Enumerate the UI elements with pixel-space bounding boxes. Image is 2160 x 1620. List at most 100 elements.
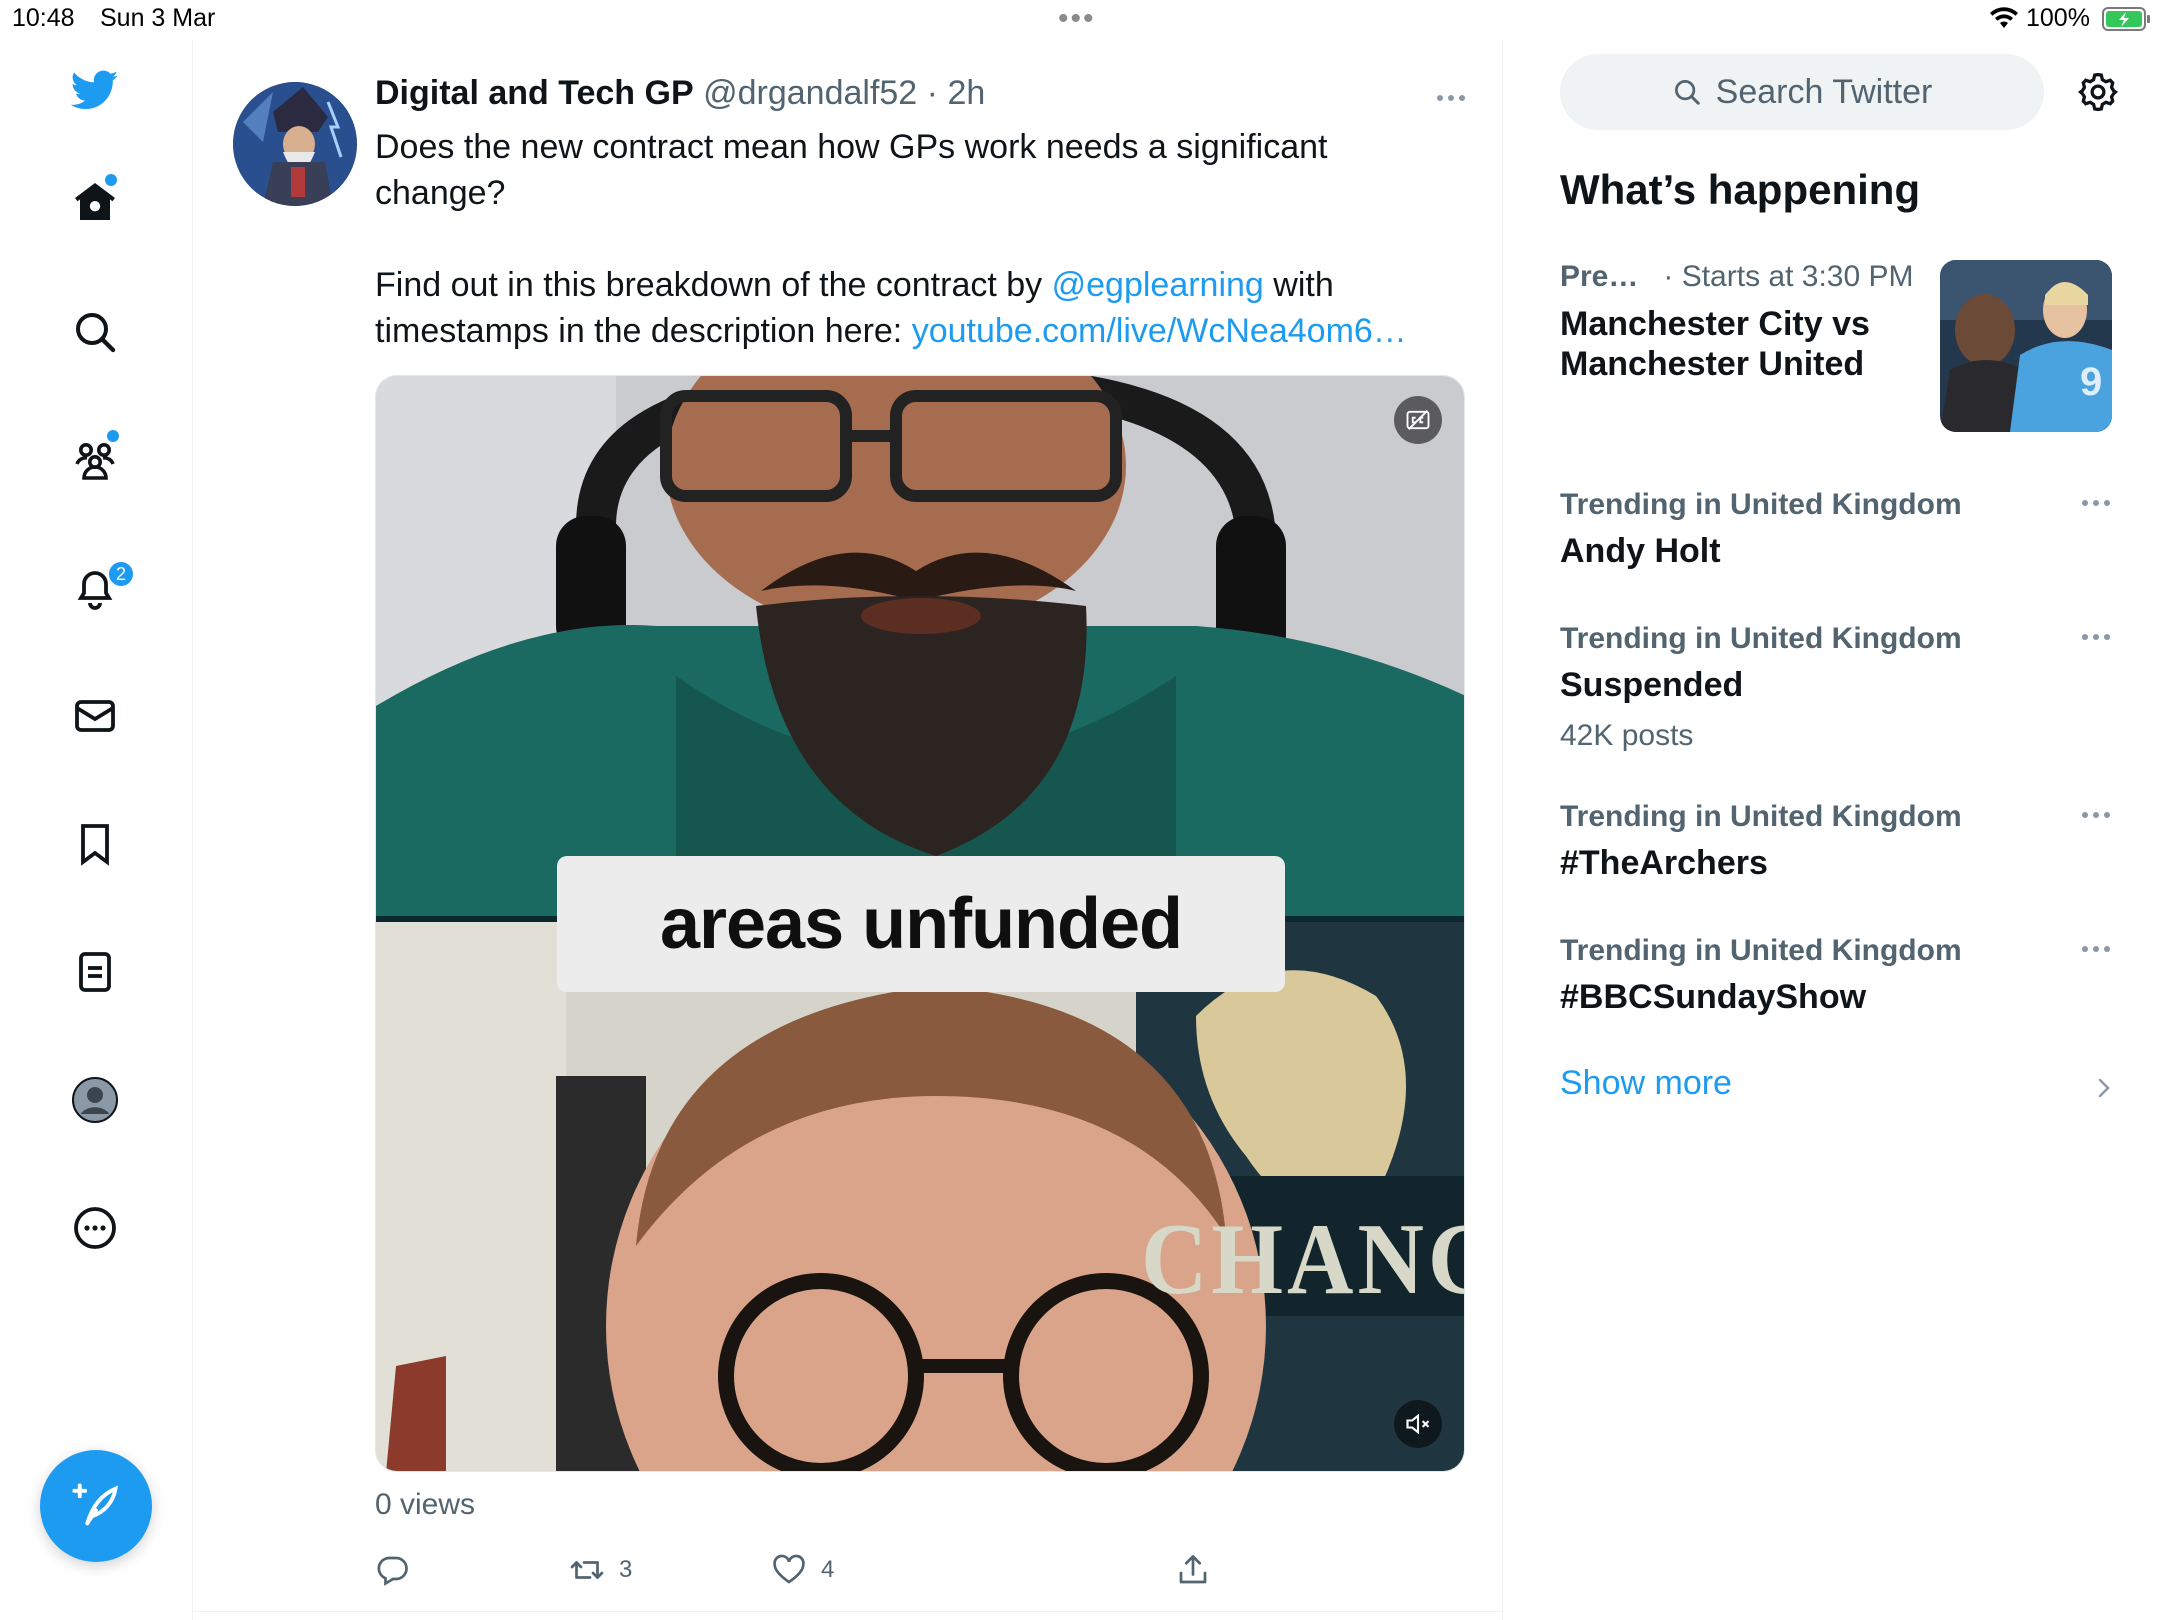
reply-button[interactable] — [375, 1540, 425, 1600]
trend-name: Suspended — [1560, 666, 1744, 704]
notifications-badge: 2 — [107, 560, 135, 588]
battery-percent: 100% — [2026, 4, 2090, 32]
whats-happening-heading: What’s happening — [1560, 166, 1921, 213]
retweet-icon — [570, 1561, 604, 1579]
tweet-header: Digital and Tech GP @drgandalf52 · 2h — [375, 74, 985, 113]
tweet-actions: 3 4 — [375, 1540, 1375, 1600]
more-horizontal-icon — [1437, 95, 1465, 101]
nav-profile[interactable] — [55, 1060, 135, 1140]
poster-text: CHANG — [1141, 1202, 1464, 1316]
trend-context: Trending in United Kingdom — [1560, 934, 1962, 967]
reply-icon — [377, 1556, 408, 1586]
trend-context: Trending in United Kingdom — [1560, 622, 1962, 655]
share-button[interactable] — [1175, 1540, 1211, 1600]
home-unread-dot — [105, 174, 117, 186]
author-avatar[interactable] — [233, 82, 357, 206]
list-icon — [79, 952, 111, 992]
more-horizontal-icon — [2082, 946, 2110, 952]
tweet-text-part: Find out in this breakdown of the contra… — [375, 266, 1052, 304]
trend-name: Andy Holt — [1560, 532, 1721, 570]
trend-context: Trending in United Kingdom — [1560, 488, 1962, 521]
trend-more-button[interactable] — [2076, 800, 2116, 830]
svg-text:9: 9 — [2080, 360, 2102, 404]
trend-more-button[interactable] — [2076, 934, 2116, 964]
retweet-button[interactable]: 3 — [569, 1540, 632, 1600]
heart-icon — [773, 1554, 805, 1584]
nav-explore[interactable] — [55, 292, 135, 372]
tweet-text-paragraph-1: Does the new contract mean how GPs work … — [375, 128, 1328, 212]
nav-messages[interactable] — [55, 676, 135, 756]
video-caption: areas unfunded — [557, 856, 1285, 992]
trend-post-count: 42K posts — [1560, 719, 1694, 752]
trend-event[interactable]: Pre… · Starts at 3:30 PM Manchester City… — [1560, 260, 2116, 440]
twitter-logo-icon[interactable] — [55, 50, 135, 130]
status-time: 10:48 — [12, 4, 75, 32]
trend-more-button[interactable] — [2076, 622, 2116, 652]
view-count: 0 views — [375, 1488, 476, 1521]
tweet[interactable]: Digital and Tech GP @drgandalf52 · 2h Do… — [193, 40, 1503, 1612]
compose-feather-icon — [72, 1483, 119, 1526]
timeline: Digital and Tech GP @drgandalf52 · 2h Do… — [193, 40, 1503, 1620]
nav-bookmarks[interactable] — [55, 804, 135, 884]
show-more-link[interactable]: Show more — [1560, 1064, 2116, 1114]
youtube-link[interactable]: youtube.com/live/WcNea4om6… — [912, 312, 1407, 350]
communities-unread-dot — [107, 430, 119, 442]
tweet-time[interactable]: 2h — [947, 74, 985, 112]
status-date: Sun 3 Mar — [100, 4, 216, 32]
more-horizontal-icon — [2082, 634, 2110, 640]
share-icon — [1179, 1555, 1207, 1584]
trend-more-button[interactable] — [2076, 488, 2116, 518]
trend-item[interactable]: Trending in United Kingdom Andy Holt — [1560, 488, 2116, 571]
nav-more[interactable] — [55, 1188, 135, 1268]
speaker-muted-icon — [1406, 1413, 1430, 1435]
captions-off-icon — [1406, 410, 1430, 430]
trend-context: Trending in United Kingdom — [1560, 800, 1962, 833]
search-icon — [1674, 80, 1700, 105]
trend-item[interactable]: Trending in United Kingdom Suspended 42K… — [1560, 622, 2116, 753]
mute-button[interactable] — [1394, 1400, 1442, 1448]
event-time: · Starts at 3:30 PM — [1663, 260, 1914, 293]
status-bar: 10:48 Sun 3 Mar ••• 100% — [0, 0, 2160, 40]
more-horizontal-icon — [2082, 500, 2110, 506]
tweet-text-paragraph-2: Find out in this breakdown of the contra… — [375, 262, 1435, 354]
compose-tweet-button[interactable] — [40, 1450, 152, 1562]
right-sidebar: Search Twitter What’s happening Pre… · S… — [1504, 40, 2160, 1620]
nav-home[interactable] — [55, 162, 135, 242]
trend-item[interactable]: Trending in United Kingdom #TheArchers — [1560, 800, 2116, 883]
communities-icon — [75, 443, 115, 480]
nav-lists[interactable] — [55, 932, 135, 1012]
nav-communities[interactable] — [55, 420, 135, 500]
search-icon — [76, 313, 116, 353]
mention-link[interactable]: @egplearning — [1052, 266, 1264, 304]
trend-name: #BBCSundayShow — [1560, 978, 1867, 1016]
left-navigation: 2 — [0, 40, 193, 1620]
show-more-label: Show more — [1560, 1064, 1732, 1102]
tweet-more-button[interactable] — [1429, 78, 1473, 118]
multitasking-dots-icon[interactable]: ••• — [1058, 4, 1096, 34]
like-button[interactable]: 4 — [771, 1540, 834, 1600]
nav-notifications[interactable]: 2 — [55, 548, 135, 628]
trend-name: #TheArchers — [1560, 844, 1768, 882]
more-circle-icon — [74, 1207, 116, 1249]
more-horizontal-icon — [2082, 812, 2110, 818]
settings-button[interactable] — [2070, 64, 2126, 120]
header-separator: · — [926, 74, 938, 112]
battery-charging-icon — [2102, 7, 2150, 31]
captions-button[interactable] — [1394, 396, 1442, 444]
profile-avatar-icon — [72, 1077, 118, 1123]
retweet-count: 3 — [619, 1556, 633, 1583]
chevron-right-icon — [2098, 1078, 2110, 1098]
tweet-text: Does the new contract mean how GPs work … — [375, 124, 1435, 354]
author-handle[interactable]: @drgandalf52 — [703, 74, 917, 112]
tweet-video[interactable]: CHANG areas unfunded — [375, 375, 1465, 1472]
event-category: Pre… — [1560, 260, 1639, 293]
search-input[interactable]: Search Twitter — [1560, 54, 2044, 130]
author-name[interactable]: Digital and Tech GP — [375, 74, 694, 112]
envelope-icon — [75, 700, 115, 732]
wifi-icon — [1990, 7, 2018, 28]
bookmark-icon — [81, 824, 109, 866]
trend-item[interactable]: Trending in United Kingdom #BBCSundaySho… — [1560, 934, 2116, 1017]
search-placeholder: Search Twitter — [1715, 72, 1933, 111]
event-title: Manchester City vs Manchester United — [1560, 305, 1870, 383]
like-count: 4 — [821, 1556, 835, 1583]
